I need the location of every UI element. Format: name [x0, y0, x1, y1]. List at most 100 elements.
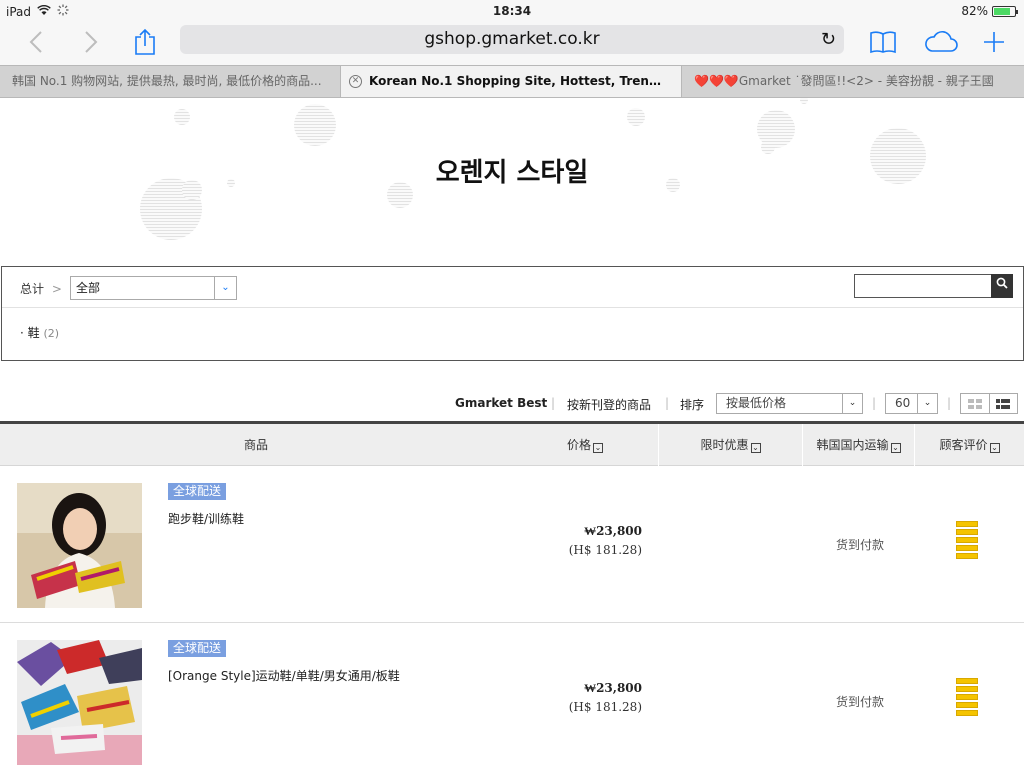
rating-bar-icon: [956, 678, 978, 720]
sort-bar: Gmarket Best | 按新刊登的商品 | 排序 按最低价格 ⌄ | 60…: [0, 392, 1024, 416]
category-select-value: 全部: [76, 281, 101, 295]
header-shipping-label: 韩国国内运输: [816, 438, 889, 452]
rating-segment: [956, 537, 978, 543]
header-deal[interactable]: 限时优惠 ⌄: [659, 424, 802, 466]
product-price-hkd: (H$ 181.28): [568, 543, 642, 557]
tab-1[interactable]: 韩国 No.1 购物网站, 提供最热, 最时尚, 最低价格的商品...: [0, 66, 341, 97]
product-price-hkd: (H$ 181.28): [568, 700, 642, 714]
product-name-link[interactable]: [Orange Style]运动鞋/单鞋/男女通用/板鞋: [168, 667, 400, 684]
table-row: 全球配送 跑步鞋/训练鞋 ₩23,800 (H$ 181.28) 货到付款: [0, 466, 1024, 623]
battery-icon: [992, 5, 1018, 17]
sort-label: 排序: [680, 398, 705, 412]
global-shipping-badge: 全球配送: [168, 640, 227, 657]
icloud-tabs-button[interactable]: [921, 22, 961, 62]
rating-segment: [956, 545, 978, 551]
chevron-down-icon: ⌄: [842, 394, 862, 413]
list-view-button[interactable]: [988, 394, 1017, 413]
clock: 18:34: [492, 4, 532, 18]
tab-label: ❤️❤️❤️Gmarket ˙發問區!!<2> - 美容扮靚 - 親子王國: [694, 74, 994, 88]
view-toggle: [960, 393, 1018, 414]
status-right: 82%: [961, 4, 1018, 18]
breadcrumb: 总计 >: [20, 280, 62, 297]
chevron-down-icon: ⌄: [214, 277, 236, 299]
share-icon: [135, 28, 155, 55]
grid-view-icon: [967, 398, 982, 409]
category-header-row: 总计 > 全部 ⌄: [2, 267, 1023, 308]
header-deal-label: 限时优惠: [700, 438, 749, 452]
product-price: ₩23,800: [584, 681, 642, 695]
sort-toggle-icon: ⌄: [593, 443, 603, 453]
header-rating[interactable]: 顾客评价 ⌄: [915, 424, 1024, 466]
url-text: gshop.gmarket.co.kr: [424, 29, 600, 49]
decor-dot: [800, 98, 808, 104]
sort-select-value: 按最低价格: [726, 396, 787, 410]
shop-title: 오렌지 스타일: [435, 158, 589, 188]
table-header: 商品 价格 ⌄ 限时优惠 ⌄ 韩国国内运输 ⌄ 顾客评价 ⌄: [0, 421, 1024, 466]
header-rating-label: 顾客评价: [939, 438, 988, 452]
back-button[interactable]: [22, 22, 50, 62]
tab-strip: 韩国 No.1 购物网站, 提供最热, 最时尚, 最低价格的商品... ✕ Ko…: [0, 65, 1024, 98]
header-product: 商品: [243, 438, 268, 452]
new-tab-button[interactable]: [980, 22, 1008, 62]
search-icon: [996, 277, 1008, 289]
chevron-right-icon: >: [51, 282, 62, 296]
search-button[interactable]: [991, 274, 1013, 298]
product-thumbnail[interactable]: [17, 483, 142, 608]
product-thumbnail[interactable]: [17, 640, 142, 765]
breadcrumb-total[interactable]: 总计: [20, 282, 44, 296]
divider: |: [665, 396, 670, 410]
browser-toolbar: gshop.gmarket.co.kr ↻: [0, 22, 1024, 65]
address-bar[interactable]: gshop.gmarket.co.kr ↻: [180, 25, 844, 54]
category-select[interactable]: 全部 ⌄: [70, 276, 237, 300]
bullet: ·: [20, 326, 28, 340]
forward-icon: [85, 31, 98, 53]
product-name-link[interactable]: 跑步鞋/训练鞋: [168, 510, 244, 527]
rating-segment: [956, 553, 978, 559]
header-price[interactable]: 价格 ⌄: [512, 424, 658, 466]
per-page-value: 60: [895, 396, 911, 410]
sort-newest[interactable]: 按新刊登的商品: [567, 396, 651, 413]
tab-label: 韩国 No.1 购物网站, 提供最热, 最时尚, 最低价格的商品...: [12, 74, 322, 88]
back-icon: [29, 31, 42, 53]
table-row: 全球配送 [Orange Style]运动鞋/单鞋/男女通用/板鞋 ₩23,80…: [0, 623, 1024, 768]
divider: |: [947, 396, 952, 410]
decor-dot: [627, 108, 645, 126]
shop-search-input[interactable]: [854, 274, 992, 298]
product-price: ₩23,800: [584, 524, 642, 538]
sort-toggle-icon: ⌄: [890, 443, 901, 453]
header-shipping[interactable]: 韩国国内运输 ⌄: [803, 424, 914, 466]
grid-view-button[interactable]: [961, 394, 989, 413]
shipping-method: 货到付款: [835, 695, 884, 709]
rating-segment: [956, 529, 978, 535]
decor-dot: [174, 109, 190, 125]
tab-3[interactable]: ❤️❤️❤️Gmarket ˙發問區!!<2> - 美容扮靚 - 親子王國: [682, 66, 1023, 97]
category-filter: 总计 > 全部 ⌄ · 鞋 (2): [1, 266, 1024, 361]
sort-select[interactable]: 按最低价格 ⌄: [716, 393, 863, 414]
close-tab-icon[interactable]: ✕: [349, 75, 362, 88]
rating-segment: [956, 694, 978, 700]
divider: |: [551, 396, 556, 410]
tab-label: Korean No.1 Shopping Site, Hottest, Tren…: [369, 74, 681, 88]
header-price-label: 价格: [566, 438, 591, 452]
rating-segment: [956, 702, 978, 708]
bookmarks-button[interactable]: [868, 22, 898, 62]
sort-gmarket-best[interactable]: Gmarket Best: [455, 396, 547, 410]
reload-icon[interactable]: ↻: [821, 25, 836, 54]
sort-toggle-icon: ⌄: [989, 443, 1000, 453]
icloud-tabs-icon: [925, 31, 958, 52]
per-page-select[interactable]: 60 ⌄: [885, 393, 938, 414]
share-button[interactable]: [130, 22, 160, 62]
battery-fill: [994, 7, 1010, 15]
list-view-icon: [996, 398, 1011, 409]
shop-banner: 오렌지 스타일: [0, 98, 1024, 258]
decor-dot: [294, 104, 336, 146]
bookmarks-icon: [870, 31, 896, 54]
forward-button[interactable]: [77, 22, 105, 62]
global-shipping-badge: 全球配送: [168, 483, 227, 500]
tab-2-active[interactable]: ✕ Korean No.1 Shopping Site, Hottest, Tr…: [341, 66, 682, 97]
battery-percent: 82%: [961, 4, 988, 18]
category-item-shoes[interactable]: · 鞋 (2): [20, 324, 59, 341]
chevron-down-icon: ⌄: [917, 394, 937, 413]
divider: |: [872, 396, 877, 410]
rating-segment: [956, 521, 978, 527]
